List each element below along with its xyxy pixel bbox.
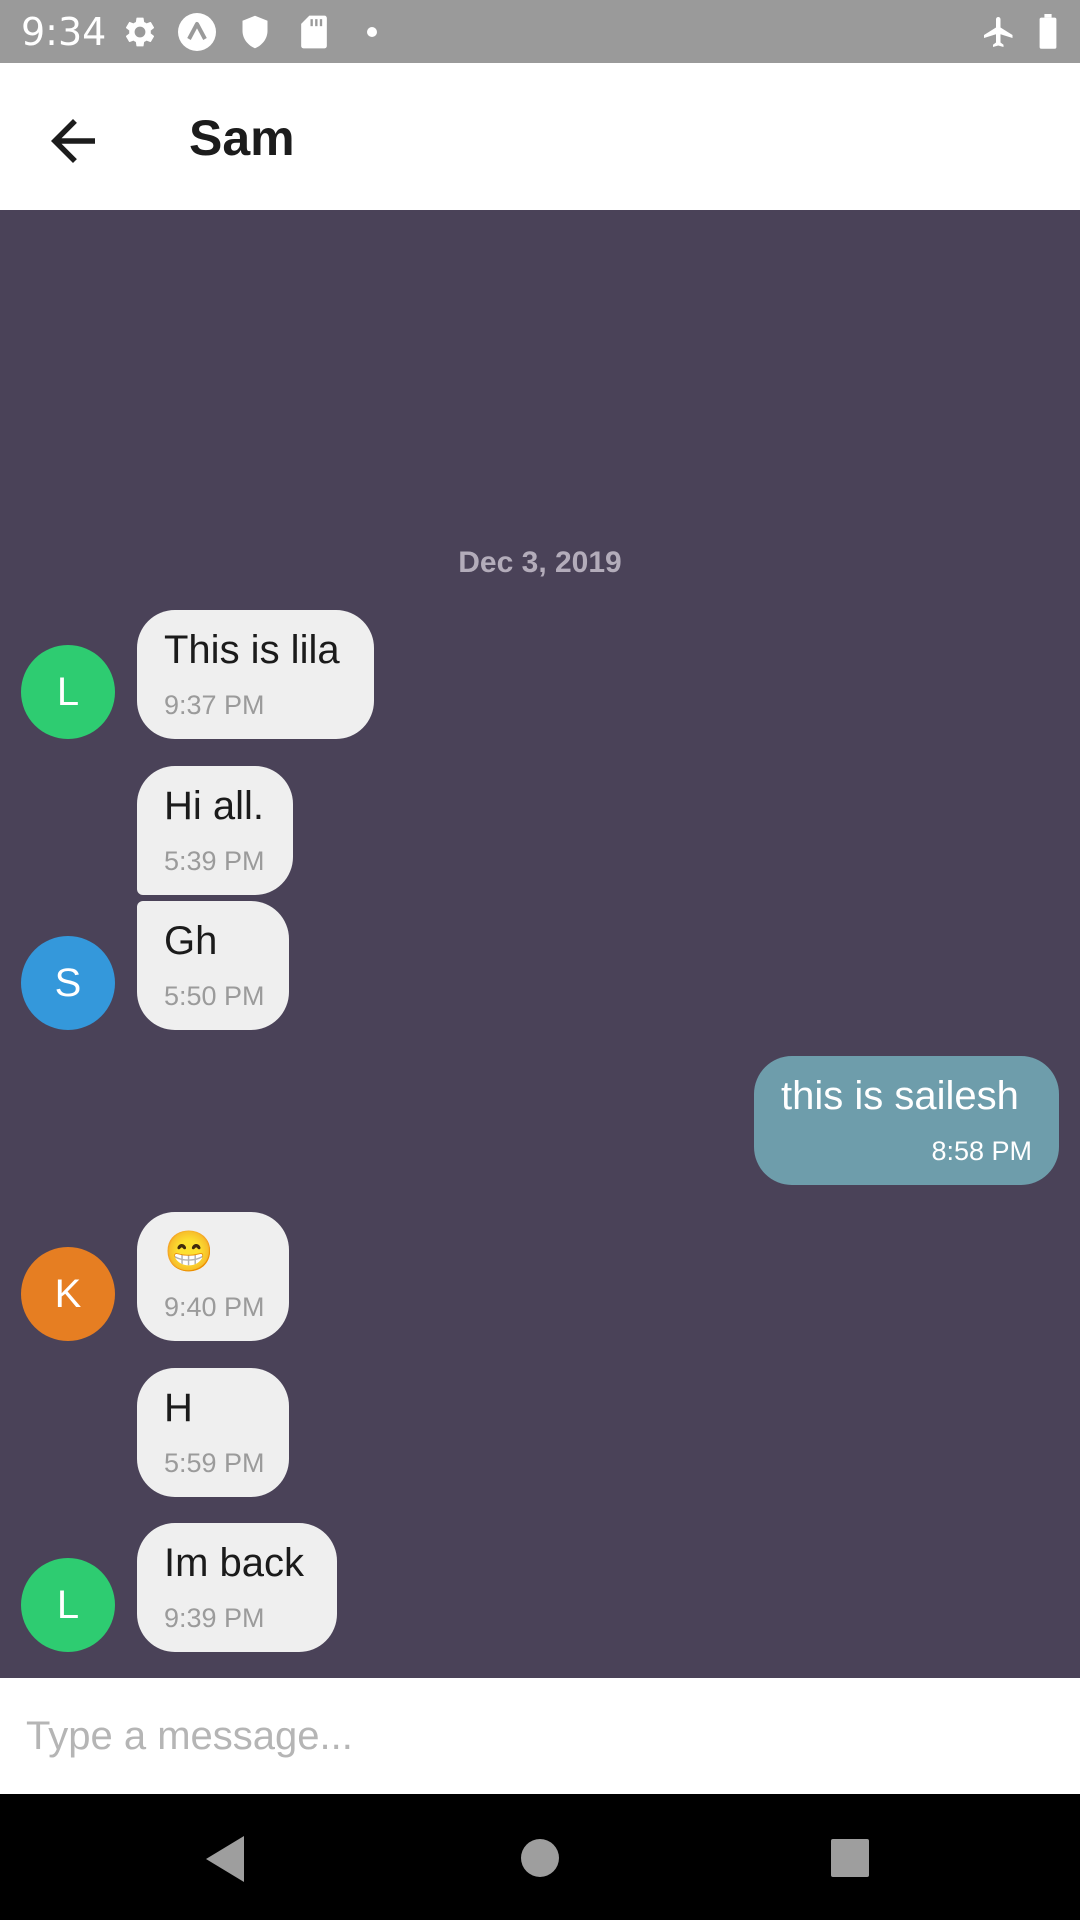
app-logo-icon	[178, 13, 216, 51]
message-text: 😁	[164, 1230, 214, 1274]
message-bubble[interactable]: Im back 9:39 PM	[137, 1523, 337, 1652]
back-button[interactable]	[40, 108, 106, 174]
status-time: 9:34	[21, 10, 107, 54]
dot-icon	[367, 27, 377, 37]
gear-icon	[125, 17, 155, 47]
message-text: This is lila	[164, 628, 340, 672]
message-bubble[interactable]: 😁 9:40 PM	[137, 1212, 289, 1341]
message-time: 9:37 PM	[164, 690, 265, 720]
message-composer	[0, 1678, 1080, 1794]
message-bubble-outgoing[interactable]: this is sailesh 8:58 PM	[754, 1056, 1059, 1185]
message-text: Im back	[164, 1541, 305, 1585]
message-time: 5:39 PM	[164, 846, 265, 876]
nav-home-button[interactable]	[520, 1838, 560, 1878]
avatar[interactable]: L	[21, 645, 115, 739]
arrow-back-icon	[51, 119, 95, 163]
recents-square-icon	[831, 1839, 869, 1877]
message-input[interactable]	[0, 1678, 1080, 1794]
airplane-mode-icon	[984, 17, 1013, 47]
shield-icon	[242, 15, 268, 49]
message-bubble[interactable]: H 5:59 PM	[137, 1368, 289, 1497]
message-text: Hi all.	[164, 784, 265, 828]
app-bar: Sam	[0, 63, 1080, 210]
message-time: 9:40 PM	[164, 1292, 265, 1322]
message-time: 5:59 PM	[164, 1448, 265, 1478]
system-nav-bar	[0, 1794, 1080, 1920]
sd-card-icon	[301, 15, 327, 49]
avatar[interactable]: L	[21, 1558, 115, 1652]
battery-icon	[1039, 14, 1057, 49]
message-text: this is sailesh	[781, 1074, 1019, 1118]
message-bubble[interactable]: Gh 5:50 PM	[137, 901, 289, 1030]
message-bubble[interactable]: Hi all. 5:39 PM	[137, 766, 293, 895]
date-separator: Dec 3, 2019	[458, 546, 622, 579]
message-bubble[interactable]: This is lila 9:37 PM	[137, 610, 374, 739]
message-text: Gh	[164, 919, 218, 963]
message-time: 9:39 PM	[164, 1603, 265, 1633]
home-circle-icon	[521, 1839, 559, 1877]
message-text: H	[164, 1386, 193, 1430]
message-time: 5:50 PM	[164, 981, 265, 1011]
conversation-title: Sam	[189, 110, 295, 166]
message-time: 8:58 PM	[931, 1136, 1032, 1166]
chat-area[interactable]: Dec 3, 2019 L This is lila 9:37 PM Hi al…	[0, 210, 1080, 1678]
back-triangle-icon	[206, 1836, 244, 1882]
avatar[interactable]: K	[21, 1247, 115, 1341]
avatar[interactable]: S	[21, 936, 115, 1030]
nav-back-button[interactable]	[202, 1834, 248, 1884]
nav-recents-button[interactable]	[830, 1838, 870, 1878]
status-bar: 9:34	[0, 0, 1080, 63]
